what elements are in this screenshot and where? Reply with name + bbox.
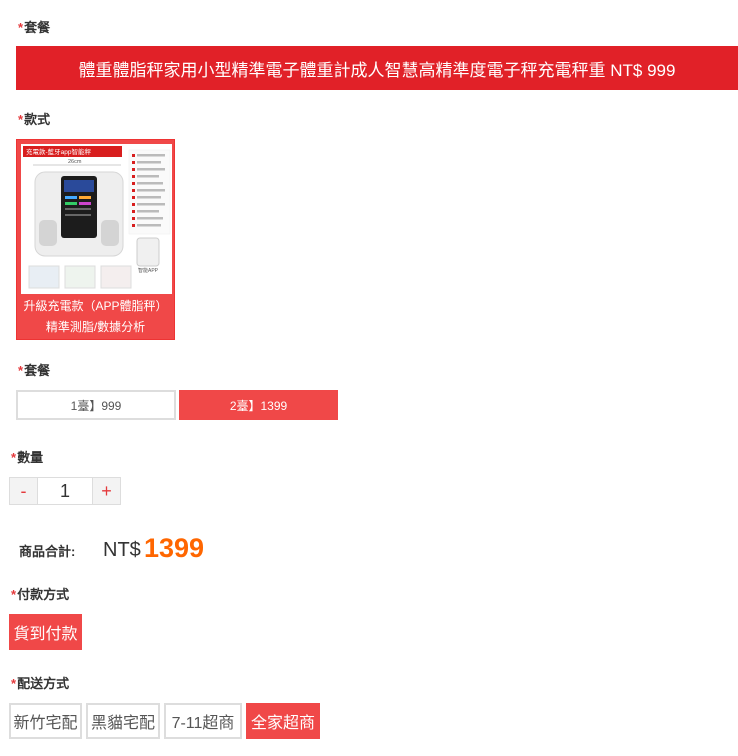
package-option-1[interactable]: 1臺】999	[16, 390, 176, 420]
quantity-input[interactable]	[37, 478, 93, 504]
product-image: 充電款-藍牙app智能秤 26cm 智能APP	[21, 144, 172, 294]
required-star: *	[18, 112, 24, 127]
package-options-label-text: 套餐	[24, 363, 51, 378]
total-label: 商品合計:	[19, 544, 76, 559]
style-label-text: 款式	[24, 112, 51, 127]
style-option-card[interactable]: 充電款-藍牙app智能秤 26cm 智能APP 升級充電款（APP體脂秤） 精準…	[16, 139, 175, 340]
payment-option-label: 貨到付款	[13, 626, 78, 643]
shipping-option-label: 全家超商	[250, 715, 315, 732]
shipping-option-label: 7-11超商	[171, 715, 235, 732]
required-star: *	[11, 676, 17, 691]
image-app-label: 智能APP	[138, 267, 159, 274]
image-badge-text: 充電款-藍牙app智能秤	[26, 147, 92, 156]
increase-button[interactable]: +	[93, 478, 120, 504]
payment-section-label: *付款方式	[11, 584, 69, 603]
shipping-option-blackcat[interactable]: 黑貓宅配	[86, 703, 160, 739]
style-caption-line1: 升級充電款（APP體脂秤）	[23, 299, 168, 313]
image-size-label: 26cm	[68, 159, 82, 165]
shipping-option-hct[interactable]: 新竹宅配	[9, 703, 82, 739]
package-banner[interactable]: 體重體脂秤家用小型精準電子體重計成人智慧高精準度電子秤充電秤重 NT$ 999	[16, 46, 738, 90]
quantity-label-text: 數量	[17, 450, 44, 465]
style-caption-line2: 精準測脂/數據分析	[45, 320, 146, 334]
style-section-label: *款式	[18, 109, 50, 128]
decrease-button[interactable]: -	[10, 478, 37, 504]
package-options-section-label: *套餐	[18, 360, 50, 379]
required-star: *	[18, 20, 24, 35]
package-option-label: 2臺】1399	[229, 398, 288, 413]
package-option-2[interactable]: 2臺】1399	[179, 390, 338, 420]
quantity-stepper: - +	[9, 477, 121, 505]
shipping-option-familymart[interactable]: 全家超商	[246, 703, 320, 739]
payment-option-cod[interactable]: 貨到付款	[9, 614, 82, 650]
required-star: *	[11, 450, 17, 465]
quantity-section-label: *數量	[11, 447, 43, 466]
required-star: *	[18, 363, 24, 378]
shipping-section-label: *配送方式	[11, 673, 69, 692]
shipping-label-text: 配送方式	[17, 676, 70, 691]
package-section-label: *套餐	[18, 17, 50, 36]
package-banner-text: 體重體脂秤家用小型精準電子體重計成人智慧高精準度電子秤充電秤重 NT$ 999	[78, 60, 676, 80]
payment-label-text: 付款方式	[17, 587, 70, 602]
required-star: *	[11, 587, 17, 602]
shipping-option-label: 新竹宅配	[13, 715, 78, 732]
total-currency: NT$	[103, 539, 141, 561]
shipping-option-711[interactable]: 7-11超商	[164, 703, 242, 739]
package-option-label: 1臺】999	[70, 398, 122, 413]
total-price: 1399	[144, 533, 205, 563]
shipping-option-label: 黑貓宅配	[90, 715, 155, 732]
product-illustration: 充電款-藍牙app智能秤 26cm 智能APP	[21, 144, 172, 294]
package-label-text: 套餐	[24, 20, 51, 35]
